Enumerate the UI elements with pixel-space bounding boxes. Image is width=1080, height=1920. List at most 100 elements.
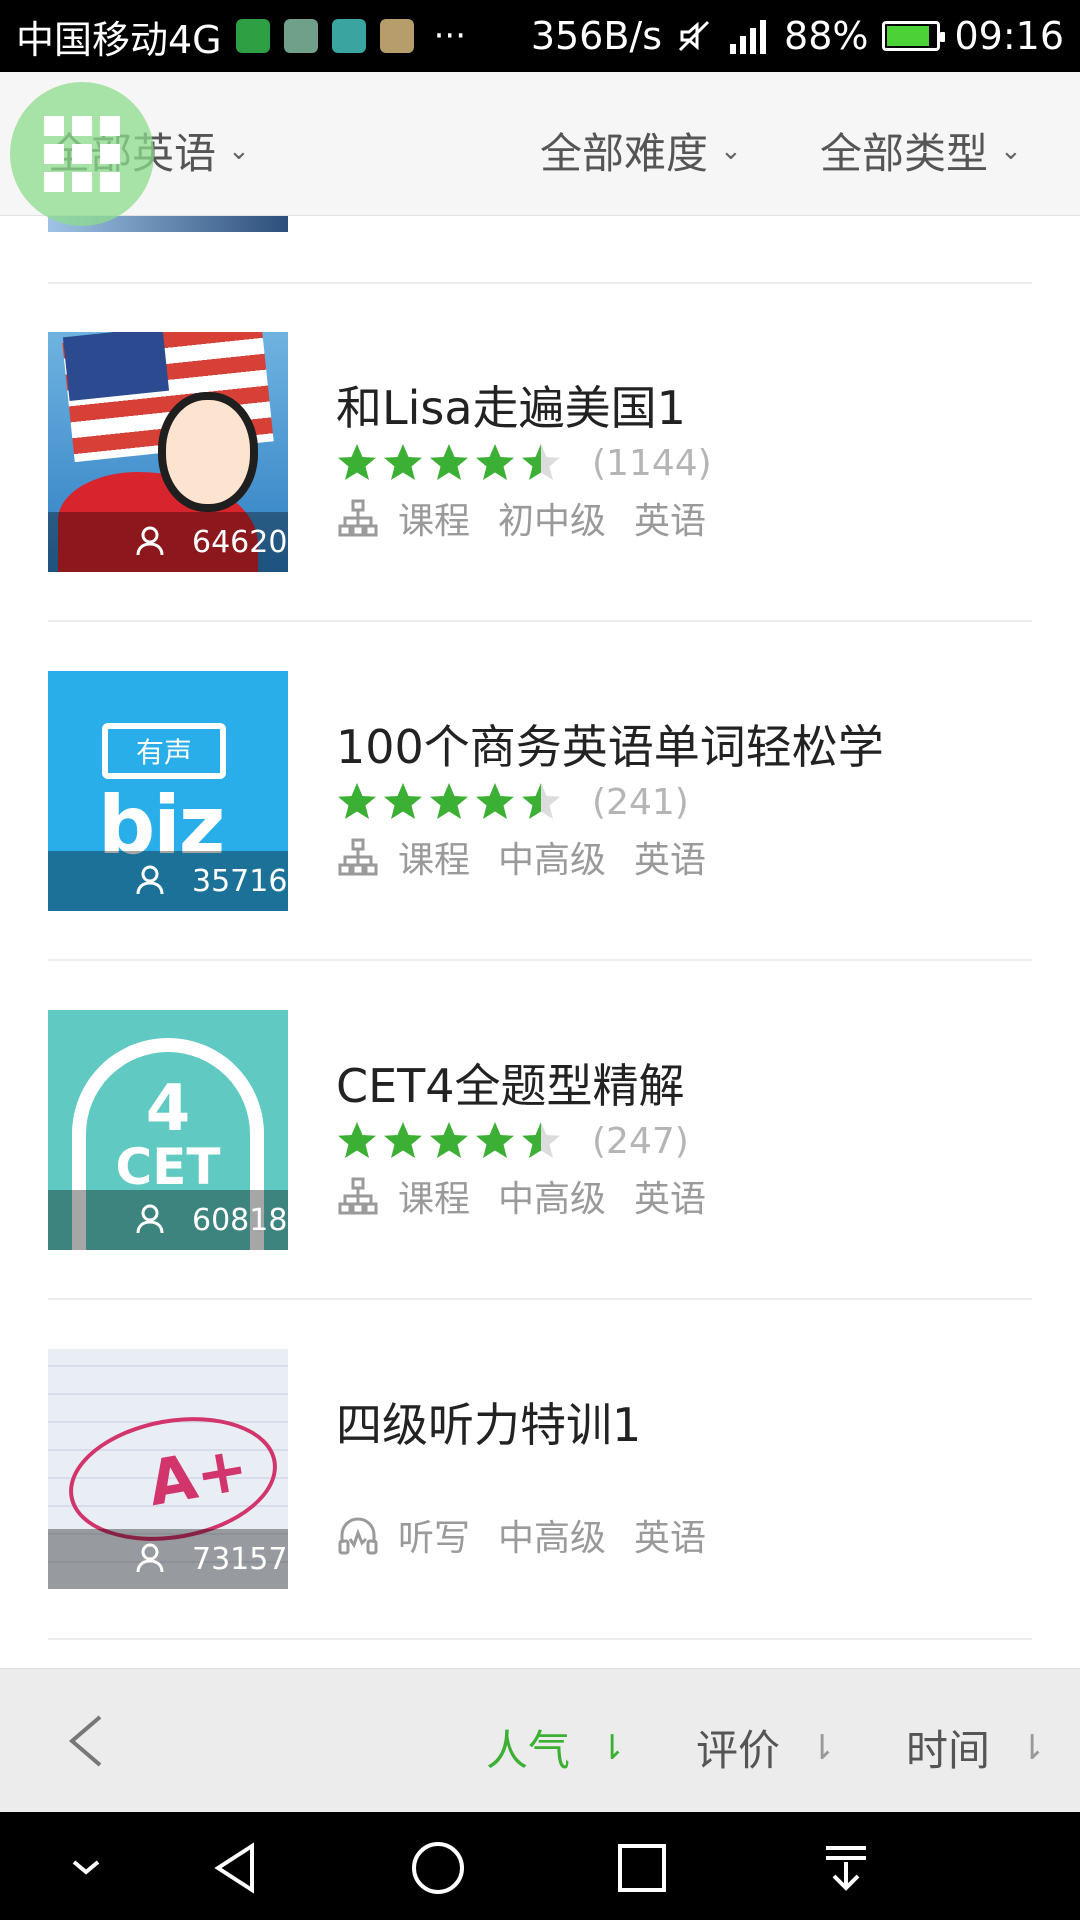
- star-rating: [336, 781, 562, 823]
- course-kind: 课程: [398, 501, 471, 542]
- list-item[interactable]: A+ 73157 四级听力特训1 听写 中高级 英语: [0, 1349, 1080, 1589]
- course-level: 中高级: [498, 1179, 607, 1220]
- star-icon: [338, 1122, 376, 1158]
- system-nav-bar: [0, 1812, 1080, 1920]
- star-icon: [430, 444, 468, 480]
- course-subject: 英语: [634, 1518, 707, 1559]
- network-speed: 356B/s: [530, 14, 663, 58]
- course-title[interactable]: 四级听力特训1: [336, 1389, 641, 1455]
- learner-count-overlay: 73157: [48, 1529, 288, 1589]
- divider: [48, 1638, 1032, 1640]
- user-icon: [136, 1204, 164, 1234]
- more-notifications-icon: ···: [433, 16, 467, 56]
- course-thumbnail[interactable]: A+ 73157: [48, 1349, 288, 1589]
- course-level: 中高级: [498, 1518, 607, 1559]
- course-subject: 英语: [634, 840, 707, 881]
- learner-count: 60818: [192, 1202, 288, 1238]
- star-icon: [522, 783, 560, 819]
- headphones-icon: [338, 1517, 378, 1555]
- floating-menu-button[interactable]: [10, 82, 154, 226]
- course-thumbnail[interactable]: 64620: [48, 332, 288, 572]
- user-icon: [136, 526, 164, 556]
- star-icon: [476, 444, 514, 480]
- star-icon: [476, 783, 514, 819]
- filter-difficulty-dropdown[interactable]: 全部难度 ⌄: [540, 120, 742, 181]
- nav-back-icon[interactable]: [206, 1840, 266, 1896]
- rating-row: (241): [336, 781, 689, 823]
- rating-row: (247): [336, 1120, 689, 1162]
- learner-count: 35716: [192, 863, 288, 899]
- learner-count-overlay: 35716: [48, 851, 288, 911]
- rating-count: (241): [592, 781, 689, 823]
- star-icon: [476, 1122, 514, 1158]
- nav-recents-icon[interactable]: [612, 1840, 672, 1896]
- sort-bar: 人气 ⇂ 评价 ⇂ 时间 ⇂: [0, 1668, 1080, 1812]
- list-item[interactable]: 有声 biz 35716 100个商务英语单词轻松学 (241) 课程 中高级 …: [0, 671, 1080, 911]
- divider: [48, 620, 1032, 622]
- course-kind: 课程: [398, 840, 471, 881]
- star-icon: [384, 444, 422, 480]
- star-icon: [522, 1122, 560, 1158]
- signal-icon: [730, 20, 767, 54]
- course-subject: 英语: [634, 501, 707, 542]
- course-level: 初中级: [498, 501, 607, 542]
- course-list[interactable]: 64620 和Lisa走遍美国1 (1144) 课程 初中级 英语 有声 biz: [0, 216, 1080, 1668]
- learner-count-overlay: 64620: [48, 512, 288, 572]
- course-meta: 听写 中高级 英语: [336, 1509, 706, 1561]
- rating-count: (1144): [592, 442, 712, 484]
- hierarchy-icon: [338, 499, 378, 537]
- notification-pull-icon[interactable]: [816, 1840, 876, 1896]
- list-item[interactable]: 64620 和Lisa走遍美国1 (1144) 课程 初中级 英语: [0, 332, 1080, 572]
- mute-icon: [678, 20, 710, 52]
- app-notification-icon: [283, 19, 318, 53]
- course-thumbnail[interactable]: 有声 biz 35716: [48, 671, 288, 911]
- grid-icon: [44, 116, 120, 192]
- course-meta: 课程 中高级 英语: [336, 1170, 706, 1222]
- course-kind: 听写: [398, 1518, 471, 1559]
- nav-home-icon[interactable]: [408, 1840, 468, 1896]
- chevron-down-icon: ⌄: [228, 135, 250, 166]
- rating-row: (1144): [336, 442, 712, 484]
- sort-desc-icon: ⇂: [808, 1727, 837, 1768]
- filter-type-label: 全部类型: [820, 129, 989, 178]
- status-bar: 中国移动4G ··· 356B/s 88% 09:16: [0, 0, 1080, 72]
- divider: [48, 1298, 1032, 1300]
- sort-time-label: 时间: [906, 1726, 991, 1775]
- sort-rating-button[interactable]: 评价 ⇂: [696, 1717, 837, 1778]
- sort-desc-icon: ⇂: [1018, 1727, 1047, 1768]
- course-level: 中高级: [498, 840, 607, 881]
- star-icon: [338, 783, 376, 819]
- android-icon: [331, 19, 366, 53]
- chevron-down-icon: ⌄: [720, 135, 742, 166]
- hierarchy-icon: [338, 1177, 378, 1215]
- user-icon: [136, 865, 164, 895]
- course-thumbnail[interactable]: 4 CET 60818: [48, 1010, 288, 1250]
- battery-percent: 88%: [784, 14, 869, 58]
- sort-time-button[interactable]: 时间 ⇂: [906, 1717, 1047, 1778]
- star-icon: [430, 1122, 468, 1158]
- course-subject: 英语: [634, 1179, 707, 1220]
- course-title[interactable]: CET4全题型精解: [336, 1050, 685, 1116]
- hierarchy-icon: [338, 838, 378, 876]
- star-rating: [336, 442, 562, 484]
- filter-type-dropdown[interactable]: 全部类型 ⌄: [820, 120, 1022, 181]
- clock: 09:16: [954, 14, 1064, 58]
- course-kind: 课程: [398, 1179, 471, 1220]
- sort-popularity-button[interactable]: 人气 ⇂: [486, 1717, 627, 1778]
- course-title[interactable]: 100个商务英语单词轻松学: [336, 711, 884, 777]
- back-icon[interactable]: [56, 1709, 116, 1773]
- battery-icon: [882, 21, 946, 51]
- user-icon: [136, 1543, 164, 1573]
- chevron-down-icon: ⌄: [1000, 135, 1022, 166]
- learner-count: 64620: [192, 524, 288, 560]
- course-title[interactable]: 和Lisa走遍美国1: [336, 372, 686, 438]
- thumb-number: 4: [145, 1072, 191, 1146]
- carrier-label: 中国移动4G: [16, 17, 222, 62]
- divider: [48, 959, 1032, 961]
- star-icon: [338, 444, 376, 480]
- list-item[interactable]: 4 CET 60818 CET4全题型精解 (247) 课程 中高级 英语: [0, 1010, 1080, 1250]
- course-meta: 课程 初中级 英语: [336, 492, 706, 544]
- chevron-down-icon[interactable]: [56, 1840, 116, 1896]
- sort-desc-icon: ⇂: [598, 1727, 627, 1768]
- star-rating: [336, 1120, 562, 1162]
